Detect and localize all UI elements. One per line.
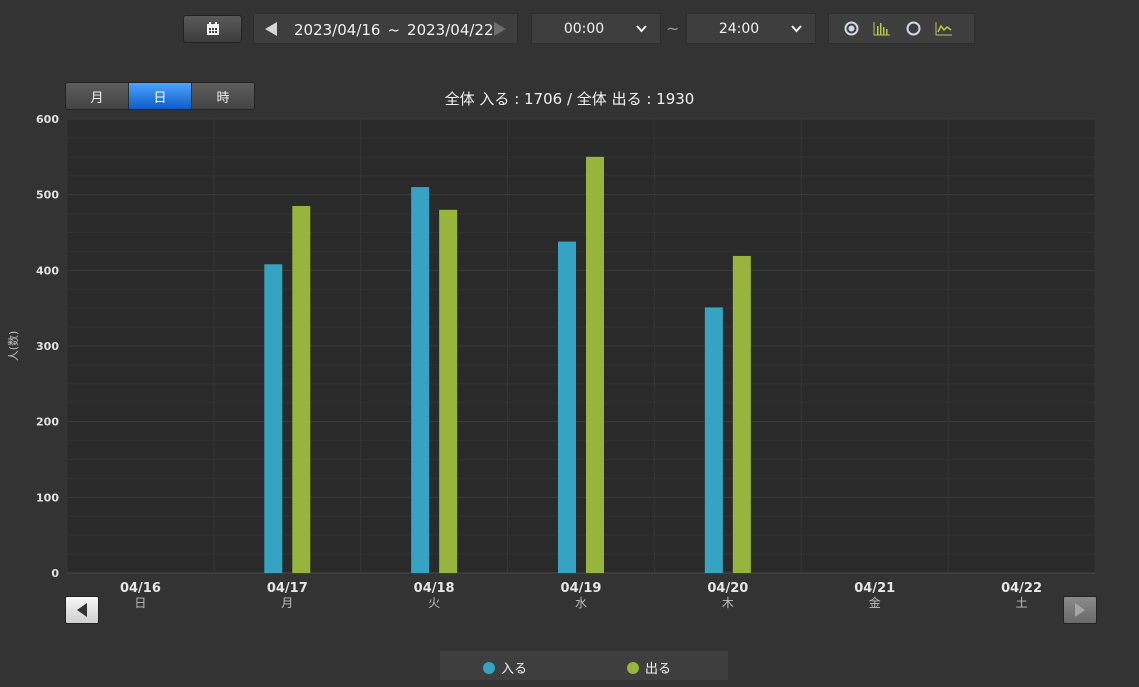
y-tick-label: 200 (36, 416, 59, 429)
legend-in-label: 入る (501, 662, 528, 677)
bar-in (558, 241, 576, 573)
x-tick-date-label: 04/22 (1001, 581, 1042, 596)
bar-in (411, 187, 430, 573)
y-tick-label: 600 (36, 113, 59, 126)
bar-out (586, 156, 604, 574)
arrow-left-icon (77, 603, 87, 617)
x-tick-weekday-label: 月 (281, 596, 293, 610)
arrow-right-icon (1075, 603, 1085, 617)
y-tick-label: 300 (36, 340, 59, 353)
y-tick-label: 0 (51, 567, 59, 580)
x-tick-weekday-label: 金 (869, 595, 881, 610)
x-tick-date-label: 04/19 (561, 581, 602, 596)
bar-chart: 0 100 200 300 400 500 600 人(数) 04/16日 04/17月 04/18… (7, 113, 1096, 610)
x-tick-weekday-label: 水 (575, 596, 587, 610)
traffic-report-screen: 2023/04/16 ~2023/04/22 00:00 ~ 24:00 月 日… (0, 0, 1139, 687)
x-tick-date-label: 04/16 (120, 581, 161, 596)
bar-in (264, 264, 283, 573)
legend-in-dot (483, 661, 495, 674)
x-tick-weekday-label: 土 (1016, 596, 1028, 610)
legend-item-out[interactable]: 出る (627, 658, 671, 677)
next-page-button[interactable] (1063, 596, 1097, 624)
x-tick-date-label: 04/20 (707, 581, 748, 596)
legend-out-dot (627, 661, 639, 674)
x-tick-date-label: 04/21 (854, 581, 895, 596)
previous-page-button[interactable] (65, 596, 99, 624)
x-tick-weekday-label: 火 (428, 596, 440, 610)
legend-item-in[interactable]: 入る (483, 658, 527, 677)
bar-out (292, 206, 311, 573)
bar-out (732, 255, 751, 573)
y-tick-label: 500 (36, 189, 59, 202)
x-tick-weekday-label: 木 (722, 596, 734, 610)
chart-legend: 入る 出る (440, 651, 728, 680)
y-axis-label: 人(数) (7, 331, 20, 362)
bar-out (439, 209, 458, 574)
bar-in (704, 307, 723, 573)
legend-out-label: 出る (645, 662, 672, 677)
x-tick-date-label: 04/18 (414, 581, 455, 596)
y-tick-label: 400 (36, 264, 59, 277)
x-tick-date-label: 04/17 (267, 581, 308, 596)
y-tick-label: 100 (36, 491, 59, 504)
x-tick-weekday-label: 日 (134, 596, 146, 610)
